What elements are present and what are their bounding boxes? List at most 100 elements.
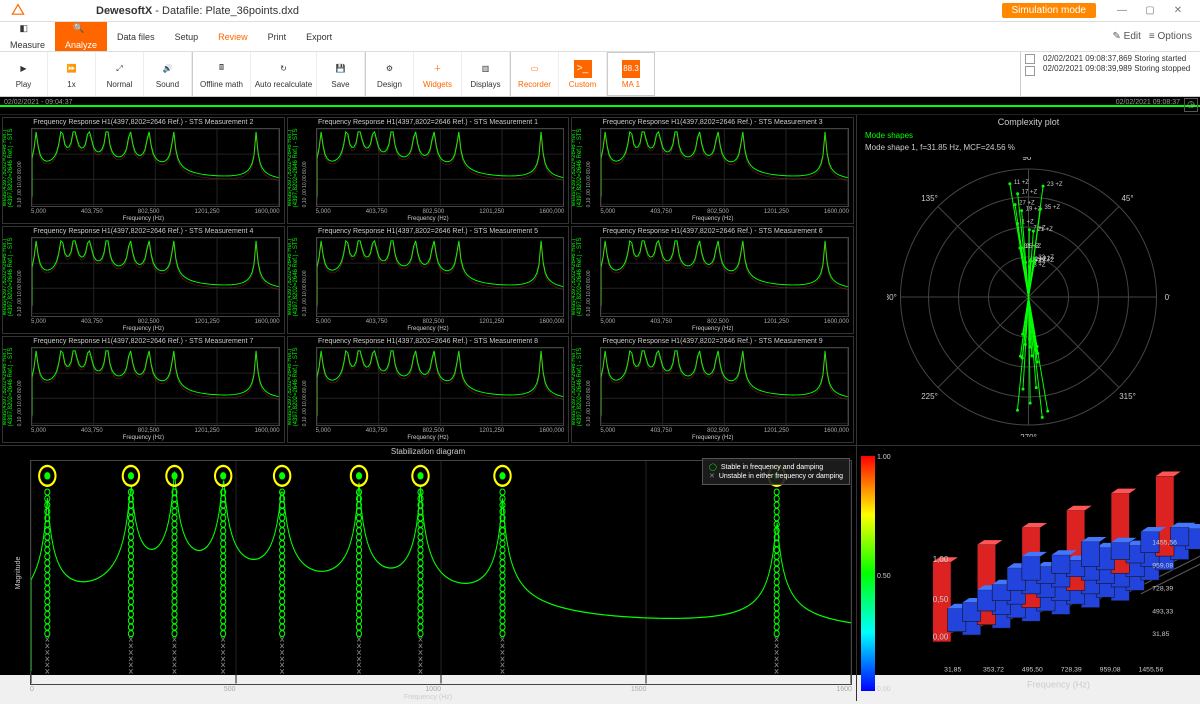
colorbar [861, 456, 875, 691]
svg-text:31,85: 31,85 [1152, 631, 1169, 638]
svg-text:493,33: 493,33 [1152, 608, 1173, 615]
recalc-icon: ↻ [275, 60, 293, 78]
colorbar-tick: 0.00 [877, 686, 891, 693]
minimize-button[interactable]: — [1108, 1, 1136, 21]
svg-text:35 +Z: 35 +Z [1045, 205, 1061, 211]
speed-button[interactable]: ⏩1x [48, 52, 96, 96]
svg-text:23 +Z: 23 +Z [1047, 182, 1063, 188]
frf-panel-3[interactable]: Frequency Response H1(4397,8202=2646 Ref… [571, 117, 854, 224]
displays-button[interactable]: ▥Displays [462, 52, 510, 96]
svg-text:17 +Z: 17 +Z [1022, 190, 1038, 196]
frf-panel-6[interactable]: Frequency Response H1(4397,8202=2646 Ref… [571, 226, 854, 333]
save-icon: 💾 [332, 60, 350, 78]
frf-panel-1[interactable]: Frequency Response H1(4397,8202=2646 Ref… [287, 117, 570, 224]
svg-text:45°: 45° [1121, 194, 1133, 203]
recorder-button[interactable]: ▭Recorder [511, 52, 559, 96]
status-icon-1 [1025, 54, 1035, 64]
svg-text:353,72: 353,72 [983, 667, 1004, 674]
complexity-polar: 0°45°90°135°180°225°270°315°1 +Z3 +Z5 +Z… [887, 157, 1170, 437]
custom-button[interactable]: >_Custom [559, 52, 607, 96]
svg-text:31 +Z: 31 +Z [1024, 244, 1040, 250]
terminal-icon: >_ [574, 60, 592, 78]
window-title: DewesoftX - Datafile: Plate_36points.dxd [96, 5, 299, 17]
search-icon: 🔍 [73, 23, 89, 39]
tab-review[interactable]: Review [208, 22, 258, 51]
svg-text:21 +Z: 21 +Z [1037, 227, 1053, 233]
automac-plot: Frequency (Hz)1,000,500,0031,85353,72495… [887, 446, 1200, 701]
svg-text:✕: ✕ [774, 667, 780, 677]
svg-text:90°: 90° [1022, 157, 1034, 162]
ma-icon: 88.3 [622, 60, 640, 78]
svg-text:1,00: 1,00 [933, 555, 949, 564]
svg-text:0°: 0° [1165, 293, 1170, 302]
svg-text:270°: 270° [1020, 433, 1037, 437]
svg-text:180°: 180° [887, 293, 897, 302]
tab-export[interactable]: Export [296, 22, 342, 51]
stabilization-legend: ◯Stable in frequency and damping ✕Unstab… [702, 458, 850, 485]
options-link[interactable]: ≡ Options [1149, 31, 1192, 42]
frf-panel-5[interactable]: Frequency Response H1(4397,8202=2646 Ref… [287, 226, 570, 333]
gear-icon: ⚙ [381, 60, 399, 78]
status-log: 02/02/2021 09:08:37,869 Storing started … [1020, 52, 1200, 96]
tab-analyze[interactable]: 🔍 Analyze [55, 22, 107, 51]
close-button[interactable]: ✕ [1164, 1, 1192, 21]
app-logo [8, 1, 28, 21]
sound-icon: 🔊 [159, 60, 177, 78]
frf-panel-9[interactable]: Frequency Response H1(4397,8202=2646 Ref… [571, 336, 854, 443]
play-button[interactable]: ▶Play [0, 52, 48, 96]
svg-text:33 +Z: 33 +Z [1038, 255, 1054, 261]
normal-button[interactable]: ⤢Normal [96, 52, 144, 96]
frf-panel-4[interactable]: Frequency Response H1(4397,8202=2646 Ref… [2, 226, 285, 333]
complexity-panel[interactable]: Complexity plot Mode shapes Mode shape 1… [857, 115, 1200, 445]
displays-icon: ▥ [477, 60, 495, 78]
time-overview[interactable]: 02/02/2021 - 09:04:37 02/02/2021 09:08:3… [0, 97, 1200, 115]
svg-text:✕: ✕ [220, 667, 226, 677]
colorbar-tick: 0.50 [877, 573, 891, 580]
stabilization-panel[interactable]: Stabilization diagram Magnitude ✕✕✕✕✕✕✕✕… [0, 445, 856, 701]
play-icon: ▶ [15, 60, 33, 78]
svg-text:495,50: 495,50 [1022, 667, 1043, 674]
tab-datafiles[interactable]: Data files [107, 22, 165, 51]
svg-text:27 +Z: 27 +Z [1019, 201, 1035, 207]
ma-button[interactable]: 88.3MA 1 [607, 52, 655, 96]
math-icon: 🖩 [213, 60, 231, 78]
save-button[interactable]: 💾Save [317, 52, 365, 96]
edit-link[interactable]: ✎ Edit [1113, 31, 1141, 42]
svg-text:1455,56: 1455,56 [1152, 540, 1177, 547]
offline-math-button[interactable]: 🖩Offline math [193, 52, 251, 96]
svg-text:728,39: 728,39 [1152, 585, 1173, 592]
maximize-button[interactable]: ▢ [1136, 1, 1164, 21]
svg-text:✕: ✕ [356, 667, 362, 677]
svg-text:✕: ✕ [499, 667, 505, 677]
frf-panel-7[interactable]: Frequency Response H1(4397,8202=2646 Ref… [2, 336, 285, 443]
frf-grid: Frequency Response H1(4397,8202=2646 Ref… [0, 115, 856, 445]
svg-text:959,08: 959,08 [1100, 667, 1121, 674]
tab-print[interactable]: Print [258, 22, 297, 51]
svg-text:✕: ✕ [417, 667, 423, 677]
svg-text:225°: 225° [921, 392, 938, 401]
svg-text:315°: 315° [1119, 392, 1136, 401]
svg-text:959,08: 959,08 [1152, 563, 1173, 570]
stabilization-plot: ✕✕✕✕✕✕✕✕✕✕✕✕✕✕✕✕✕✕✕✕✕✕✕✕✕✕✕✕✕✕✕✕✕✕✕✕✕✕✕✕… [30, 460, 852, 685]
clock-icon[interactable]: ◷ [1184, 98, 1198, 112]
svg-text:19 +Z: 19 +Z [1026, 207, 1042, 213]
design-button[interactable]: ⚙Design [366, 52, 414, 96]
svg-text:✕: ✕ [128, 667, 134, 677]
plus-icon: ＋ [429, 60, 447, 78]
svg-text:135°: 135° [921, 194, 938, 203]
widgets-button[interactable]: ＋Widgets [414, 52, 462, 96]
tab-setup[interactable]: Setup [165, 22, 209, 51]
svg-text:728,39: 728,39 [1061, 667, 1082, 674]
gauge-icon: ◧ [20, 23, 36, 39]
svg-text:0,00: 0,00 [933, 633, 949, 642]
frf-panel-2[interactable]: Frequency Response H1(4397,8202=2646 Ref… [2, 117, 285, 224]
tab-measure[interactable]: ◧ Measure [0, 22, 55, 51]
fast-icon: ⏩ [63, 60, 81, 78]
sound-button[interactable]: 🔊Sound [144, 52, 192, 96]
svg-text:✕: ✕ [171, 667, 177, 677]
frf-panel-8[interactable]: Frequency Response H1(4397,8202=2646 Ref… [287, 336, 570, 443]
svg-text:11 +Z: 11 +Z [1014, 180, 1029, 186]
auto-recalc-button[interactable]: ↻Auto recalculate [251, 52, 317, 96]
svg-text:✕: ✕ [44, 667, 50, 677]
automac-panel[interactable]: 1.00 0.50 0.00 Frequency (Hz)1,000,500,0… [857, 445, 1200, 701]
